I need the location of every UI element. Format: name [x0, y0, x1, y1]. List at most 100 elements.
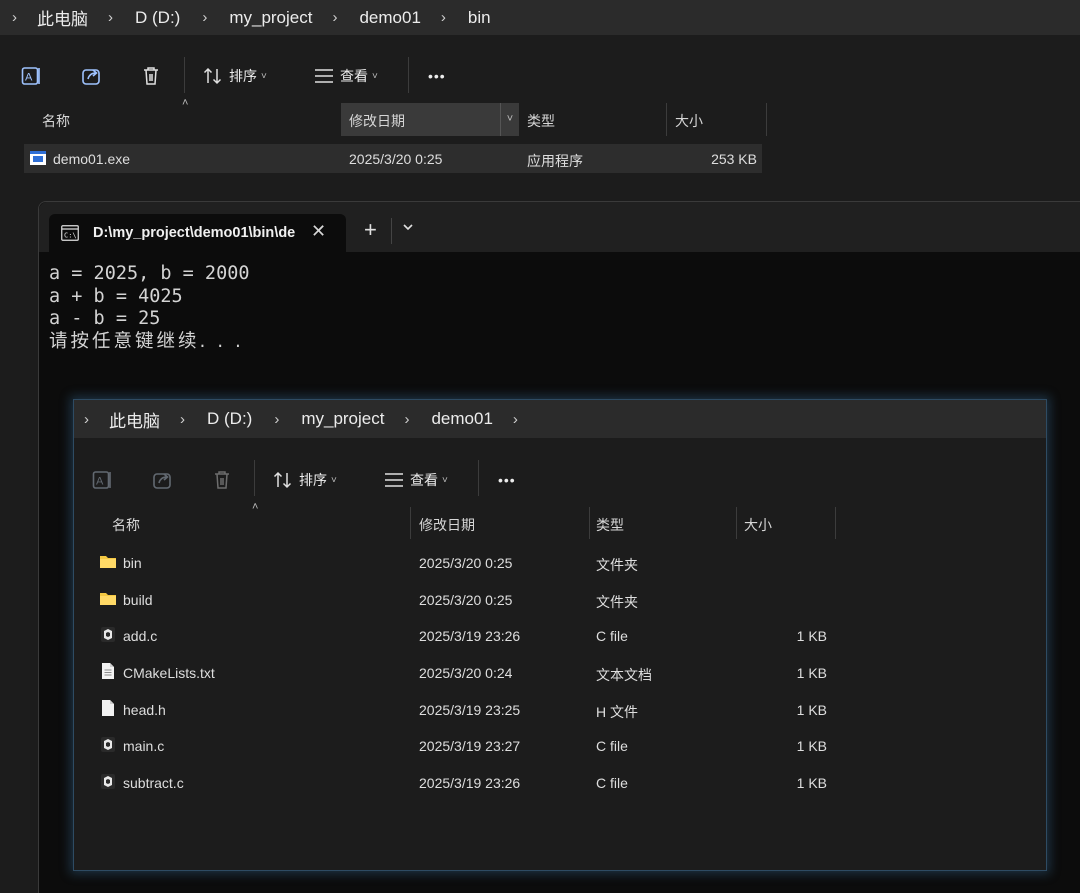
- sort-label: 排序: [299, 472, 327, 488]
- column-header-date-label: 修改日期: [349, 113, 405, 129]
- sort-icon: [273, 471, 292, 489]
- share-icon: [82, 69, 100, 85]
- chevron-right-icon[interactable]: ›: [274, 411, 279, 428]
- table-row[interactable]: add.c 2025/3/19 23:26 C file 1 KB: [74, 618, 1046, 655]
- terminal-output[interactable]: a = 2025, b = 2000 a + b = 4025 a - b = …: [49, 263, 249, 353]
- share-button[interactable]: [80, 65, 104, 87]
- view-button[interactable]: 查看 ˅: [314, 65, 378, 87]
- column-header-size[interactable]: 大小: [675, 111, 703, 131]
- chevron-right-icon[interactable]: ›: [108, 9, 113, 26]
- breadcrumb-my-project[interactable]: my_project: [301, 409, 384, 429]
- rename-icon: A: [92, 471, 111, 489]
- column-header-size[interactable]: 大小: [744, 515, 772, 535]
- chevron-right-icon[interactable]: ›: [180, 411, 185, 428]
- console-line: a + b = 4025: [49, 285, 183, 307]
- table-row[interactable]: bin 2025/3/20 0:25 文件夹: [74, 545, 1046, 582]
- file-name: CMakeLists.txt: [123, 665, 215, 682]
- chevron-down-icon: ˅: [331, 474, 337, 486]
- column-header-type[interactable]: 类型: [527, 111, 555, 131]
- column-header-type[interactable]: 类型: [596, 515, 624, 535]
- file-icon: [101, 699, 115, 717]
- chevron-right-icon[interactable]: ›: [12, 9, 17, 26]
- breadcrumb-drive-d[interactable]: D (D:): [207, 409, 252, 429]
- sort-indicator-icon: ˄: [252, 501, 259, 513]
- sort-icon: [203, 67, 222, 85]
- chevron-down-icon[interactable]: ˅: [500, 103, 519, 136]
- rename-button[interactable]: A: [20, 65, 44, 87]
- breadcrumb-demo01[interactable]: demo01: [431, 409, 492, 429]
- breadcrumb-this-pc[interactable]: 此电脑: [109, 407, 160, 432]
- sort-button[interactable]: 排序 ˅: [203, 65, 267, 87]
- trash-icon: [144, 67, 158, 85]
- svg-text:A: A: [25, 72, 33, 84]
- front-address-bar[interactable]: › 此电脑 › D (D:) › my_project › demo01 ›: [74, 400, 1046, 438]
- delete-button[interactable]: [211, 469, 233, 491]
- file-date: 2025/3/20 0:24: [419, 665, 513, 682]
- more-icon: •••: [428, 68, 446, 84]
- more-options-button[interactable]: •••: [428, 65, 446, 87]
- rename-button[interactable]: A: [91, 469, 115, 491]
- view-list-icon: [385, 473, 403, 487]
- terminal-tab[interactable]: C:\ D:\my_project\demo01\bin\de ✕: [49, 214, 346, 252]
- file-type: C file: [596, 775, 628, 792]
- chevron-right-icon[interactable]: ›: [513, 411, 518, 428]
- chevron-down-icon: ˅: [442, 474, 448, 486]
- file-name: add.c: [123, 628, 158, 645]
- file-type: 应用程序: [527, 153, 583, 169]
- back-column-headers: ˄ 名称 修改日期 ˅ 类型 大小: [0, 97, 1080, 136]
- toolbar-divider: [254, 460, 255, 496]
- table-row[interactable]: subtract.c 2025/3/19 23:26 C file 1 KB: [74, 765, 1046, 802]
- delete-button[interactable]: [140, 65, 162, 87]
- breadcrumb-bin[interactable]: bin: [468, 8, 491, 28]
- file-date: 2025/3/20 0:25: [419, 555, 513, 571]
- column-header-date[interactable]: 修改日期: [419, 515, 475, 535]
- tab-divider: [391, 218, 392, 244]
- table-row[interactable]: build 2025/3/20 0:25 文件夹: [74, 582, 1046, 619]
- trash-icon: [215, 471, 229, 489]
- chevron-right-icon[interactable]: ›: [332, 9, 337, 26]
- front-toolbar: A 排序 ˅ 查看 ˅ •••: [74, 450, 1046, 506]
- breadcrumb-my-project[interactable]: my_project: [229, 8, 312, 28]
- chevron-right-icon[interactable]: ›: [404, 411, 409, 428]
- breadcrumb-this-pc[interactable]: 此电脑: [37, 5, 88, 30]
- toolbar-divider: [478, 460, 479, 496]
- file-type: C file: [596, 738, 628, 755]
- breadcrumb-drive-d[interactable]: D (D:): [135, 8, 180, 28]
- svg-text:A: A: [96, 476, 104, 488]
- chevron-down-icon[interactable]: [401, 222, 415, 232]
- view-list-icon: [315, 69, 333, 83]
- file-date: 2025/3/20 0:25: [419, 591, 513, 608]
- sort-button[interactable]: 排序 ˅: [273, 469, 337, 491]
- toolbar-divider: [408, 57, 409, 93]
- table-row[interactable]: demo01.exe 2025/3/20 0:25 应用程序 253 KB: [24, 144, 762, 173]
- close-icon[interactable]: ✕: [311, 221, 326, 242]
- front-column-headers: ˄ 名称 修改日期 类型 大小: [74, 501, 1046, 539]
- back-address-bar[interactable]: › 此电脑 › D (D:) › my_project › demo01 › b…: [0, 0, 1080, 35]
- view-label: 查看: [340, 68, 368, 84]
- share-button[interactable]: [151, 469, 175, 491]
- column-divider: [736, 507, 737, 539]
- more-icon: •••: [498, 472, 516, 488]
- file-name: subtract.c: [123, 775, 184, 792]
- column-header-date[interactable]: 修改日期 ˅: [341, 103, 519, 136]
- chevron-right-icon[interactable]: ›: [202, 9, 207, 26]
- chevron-right-icon[interactable]: ›: [441, 9, 446, 26]
- terminal-tab-title: D:\my_project\demo01\bin\de: [93, 225, 296, 241]
- chevron-right-icon[interactable]: ›: [84, 411, 89, 428]
- more-options-button[interactable]: •••: [498, 469, 516, 491]
- text-file-icon: [101, 662, 115, 680]
- file-date: 2025/3/19 23:26: [419, 775, 521, 792]
- new-tab-button[interactable]: +: [364, 219, 377, 241]
- table-row[interactable]: CMakeLists.txt 2025/3/20 0:24 文本文档 1 KB: [74, 655, 1046, 692]
- view-button[interactable]: 查看 ˅: [384, 469, 448, 491]
- file-date: 2025/3/19 23:26: [419, 628, 521, 645]
- breadcrumb-demo01[interactable]: demo01: [359, 8, 420, 28]
- file-name: main.c: [123, 738, 165, 755]
- table-row[interactable]: main.c 2025/3/19 23:27 C file 1 KB: [74, 728, 1046, 765]
- chevron-down-icon: ˅: [261, 70, 267, 82]
- share-icon: [153, 473, 171, 489]
- column-header-name[interactable]: 名称: [112, 515, 140, 535]
- column-header-name[interactable]: 名称: [42, 111, 70, 131]
- file-name: head.h: [123, 701, 166, 718]
- table-row[interactable]: head.h 2025/3/19 23:25 H 文件 1 KB: [74, 692, 1046, 729]
